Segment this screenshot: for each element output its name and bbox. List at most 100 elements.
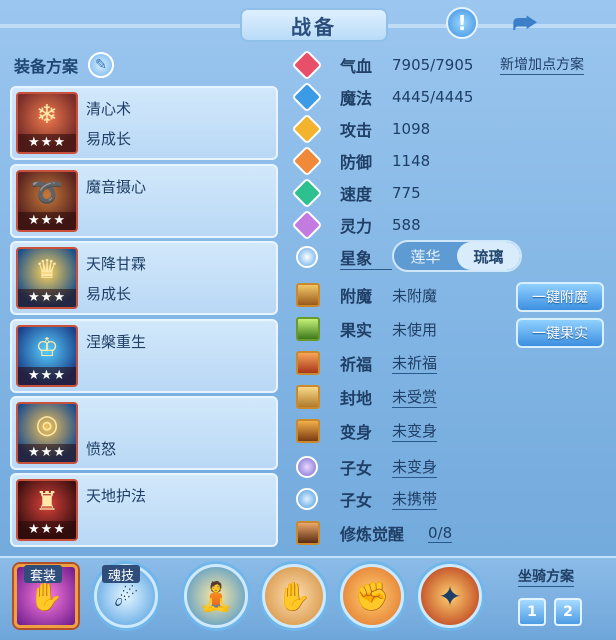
star-rating: ★★★ [18, 521, 76, 539]
star-option-lianhua[interactable]: 莲华 [394, 242, 457, 270]
extra-row-cultivation: 修炼觉醒 0/8 [296, 520, 453, 546]
extra-label: 祈福 [340, 355, 373, 374]
blue-crown-icon: ♔ ★★★ [16, 325, 78, 387]
extra-label: 修炼觉醒 [340, 525, 405, 544]
mount-plan-title: 坐骑方案 [518, 566, 574, 587]
stat-label: 攻击 [340, 121, 373, 140]
soul-skill-label: 魂技 [102, 565, 141, 584]
mount-plan-2-button[interactable]: 2 [554, 598, 582, 626]
speed-icon [291, 177, 323, 209]
star-rating: ★★★ [18, 134, 76, 152]
extra-label: 变身 [340, 423, 373, 442]
equip-plan-title: 装备方案 [14, 57, 79, 76]
extra-row-fief: 封地 未受赏 [296, 384, 438, 410]
spirit-icon [291, 209, 323, 241]
equip-slot-6[interactable]: ♜ ★★★ 天地护法 [10, 473, 278, 547]
page-title: 战备 [240, 8, 388, 42]
equip-name: 清心术 [86, 100, 132, 118]
stat-label: 防御 [340, 153, 373, 172]
stat-value: 775 [392, 184, 421, 202]
extra-label: 子女 [340, 491, 373, 510]
stat-row-mp: 魔法 4445/4445 [291, 81, 473, 113]
extra-value[interactable]: 未祈福 [392, 352, 438, 374]
child-face-icon [296, 456, 318, 478]
equip-slot-3[interactable]: ♛ ★★★ 天降甘霖 易成长 [10, 241, 278, 315]
claw-skill-icon[interactable]: ✊ [340, 564, 404, 628]
extra-row-enchant: 附魔 未附魔 [296, 282, 437, 308]
add-point-plan-button[interactable]: 新增加点方案 [500, 54, 584, 75]
star-option-liuli[interactable]: 琉璃 [457, 242, 520, 270]
extra-value[interactable]: 未受赏 [392, 386, 438, 408]
red-robe-icon: ♜ ★★★ [16, 479, 78, 541]
extra-value[interactable]: 未变身 [392, 420, 438, 442]
edit-pencil-icon[interactable]: ✎ [88, 52, 115, 78]
suit-label: 套装 [24, 565, 63, 584]
horn-icon: ➰ ★★★ [16, 170, 78, 232]
enchant-icon [296, 283, 320, 307]
star-rating: ★★★ [18, 444, 76, 462]
star-rating: ★★★ [18, 367, 76, 385]
one-click-enchant-button[interactable]: 一键附魔 [516, 282, 604, 312]
stat-value: 1148 [392, 152, 431, 170]
equip-name: 涅槃重生 [86, 333, 147, 351]
fire-skill-icon[interactable]: ✦ [418, 564, 482, 628]
extra-value[interactable]: 未携带 [392, 488, 438, 510]
share-icon[interactable]: ⮫ [505, 7, 545, 41]
stat-value: 7905/7905 [392, 56, 474, 74]
equip-name: 天降甘霖 [86, 255, 147, 273]
stat-label: 气血 [340, 57, 373, 76]
defense-icon [291, 145, 323, 177]
equip-slot-5[interactable]: ◎ ★★★ 愤怒 [10, 396, 278, 470]
attack-icon [291, 113, 323, 145]
stat-label[interactable]: 星象 [340, 245, 392, 270]
star-rating: ★★★ [18, 289, 76, 307]
equip-slot-1[interactable]: ❄ ★★★ 清心术 易成长 [10, 86, 278, 160]
star-sign-toggle: 莲华 琉璃 [392, 240, 522, 272]
extra-row-transform: 变身 未变身 [296, 418, 438, 444]
equip-trait: 易成长 [86, 285, 132, 303]
paw-icon [296, 488, 318, 510]
hand-skill-icon[interactable]: ✋ [262, 564, 326, 628]
mount-plan-1-button[interactable]: 1 [518, 598, 546, 626]
stat-label: 灵力 [340, 217, 373, 236]
one-click-fruit-button[interactable]: 一键果实 [516, 318, 604, 348]
star-sign-icon [296, 246, 318, 268]
popsicle-icon: ❄ ★★★ [16, 92, 78, 154]
stat-row-attack: 攻击 1098 [291, 113, 431, 145]
extra-row-child-2: 子女 未携带 [296, 486, 438, 512]
gold-crown-icon: ♛ ★★★ [16, 247, 78, 309]
equip-slot-4[interactable]: ♔ ★★★ 涅槃重生 [10, 319, 278, 393]
bless-icon [296, 351, 320, 375]
extra-value[interactable]: 未变身 [392, 456, 438, 478]
equip-slot-2[interactable]: ➰ ★★★ 魔音摄心 [10, 164, 278, 238]
belt-icon: ◎ ★★★ [16, 402, 78, 464]
equip-name: 魔音摄心 [86, 178, 147, 196]
stat-row-defense: 防御 1148 [291, 145, 431, 177]
extra-label: 封地 [340, 389, 373, 408]
battle-prep-panel: 战备 ! ⮫ 装备方案 ✎ ❄ ★★★ 清心术 易成长 ➰ ★★★ 魔音摄心 ♛ ★★… [0, 0, 616, 640]
stat-label: 魔法 [340, 89, 373, 108]
equip-trait: 愤怒 [86, 440, 117, 458]
stat-value: 588 [392, 216, 421, 234]
equip-name: 天地护法 [86, 487, 147, 505]
cultivation-icon [296, 521, 320, 545]
stat-row-hp: 气血 7905/7905 [291, 49, 474, 81]
extra-value: 未附魔 [392, 286, 438, 305]
fruit-icon [296, 317, 320, 341]
extra-value[interactable]: 0/8 [428, 524, 453, 543]
extra-label: 子女 [340, 459, 373, 478]
stat-row-spirit: 灵力 588 [291, 209, 421, 241]
stat-value: 1098 [392, 120, 431, 138]
heart-icon [291, 49, 323, 81]
transform-icon [296, 419, 320, 443]
mana-icon [291, 81, 323, 113]
stat-row-star: 星象 [296, 244, 392, 270]
equip-trait: 易成长 [86, 130, 132, 148]
meditation-skill-icon[interactable]: 🧘 [184, 564, 248, 628]
exclamation-icon[interactable]: ! [446, 7, 478, 39]
extra-row-child-1: 子女 未变身 [296, 454, 438, 480]
extra-row-bless: 祈福 未祈福 [296, 350, 438, 376]
extra-row-fruit: 果实 未使用 [296, 316, 437, 342]
scroll-icon [296, 385, 320, 409]
extra-value: 未使用 [392, 320, 438, 339]
